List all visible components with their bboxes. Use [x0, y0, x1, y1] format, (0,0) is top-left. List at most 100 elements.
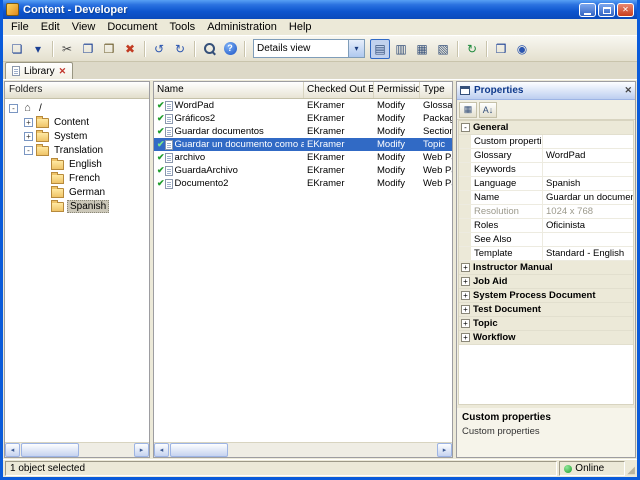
- column-header-permission[interactable]: Permission: [374, 82, 420, 98]
- details-view-icon[interactable]: ▤: [370, 38, 390, 59]
- tile-view-icon[interactable]: ▦: [412, 39, 432, 59]
- category-topic[interactable]: + Topic: [459, 317, 633, 331]
- new-document-icon[interactable]: ❏: [7, 39, 27, 59]
- tree-item-root[interactable]: - ⌂ /: [5, 101, 149, 115]
- minimize-button[interactable]: [579, 2, 596, 17]
- category-job-aid[interactable]: + Job Aid: [459, 275, 633, 289]
- list-view-icon[interactable]: ▥: [391, 39, 411, 59]
- scroll-left-icon[interactable]: ◂: [5, 443, 20, 457]
- delete-glyph: ✖: [124, 41, 136, 56]
- copy-icon[interactable]: ❐: [78, 39, 98, 59]
- tree-expander-icon[interactable]: -: [24, 145, 33, 155]
- category-expander-icon[interactable]: +: [461, 263, 470, 272]
- file-row-guardar-documentos[interactable]: ✔ Guardar documentos EKramer Modify Section: [154, 125, 452, 138]
- menu-document[interactable]: Document: [101, 20, 163, 34]
- file-row-archivo[interactable]: ✔ archivo EKramer Modify Web Page: [154, 151, 452, 164]
- tree-item-system[interactable]: + System: [5, 129, 149, 143]
- refresh-icon[interactable]: ↻: [462, 39, 482, 59]
- category-expander-icon[interactable]: +: [461, 305, 470, 314]
- list-hscrollbar[interactable]: ◂ ▸: [154, 442, 452, 457]
- tree-item-translation[interactable]: - Translation: [5, 143, 149, 157]
- property-label: Name: [471, 191, 543, 204]
- properties-header[interactable]: Properties ✕: [457, 82, 635, 100]
- tree-item-french[interactable]: French: [5, 171, 149, 185]
- column-header-checked-out-by[interactable]: Checked Out By: [304, 82, 374, 98]
- category-system-process-document[interactable]: + System Process Document: [459, 289, 633, 303]
- property-row-glossary[interactable]: Glossary WordPad: [459, 149, 633, 163]
- file-row-documento2[interactable]: ✔ Documento2 EKramer Modify Web Page: [154, 177, 452, 190]
- resize-grip[interactable]: ◢: [627, 466, 635, 476]
- category-workflow[interactable]: + Workflow: [459, 331, 633, 345]
- view-mode-dropdown[interactable]: Details view ▾: [253, 39, 365, 58]
- alphabetical-sort-button[interactable]: A↓: [479, 101, 497, 118]
- file-row-guardaarchivo[interactable]: ✔ GuardaArchivo EKramer Modify Web Page: [154, 164, 452, 177]
- column-header-name[interactable]: Name: [154, 82, 304, 98]
- property-row-custom-properties[interactable]: Custom properties: [459, 135, 633, 149]
- category-instructor-manual[interactable]: + Instructor Manual: [459, 261, 633, 275]
- new-dropdown-chevron-icon[interactable]: ▾: [28, 39, 48, 59]
- tree-item-content[interactable]: + Content: [5, 115, 149, 129]
- maximize-button[interactable]: [598, 2, 615, 17]
- checked-out-by-cell: EKramer: [307, 178, 345, 189]
- menu-help[interactable]: Help: [283, 20, 318, 34]
- folders-scroll-thumb[interactable]: [21, 443, 79, 457]
- menu-view[interactable]: View: [66, 20, 102, 34]
- tab-close-icon[interactable]: ✕: [59, 66, 67, 77]
- close-button[interactable]: ✕: [617, 2, 634, 17]
- file-row-wordpad[interactable]: ✔ WordPad EKramer Modify Glossary: [154, 99, 452, 112]
- tree-item-spanish[interactable]: Spanish: [5, 199, 149, 213]
- folders-panel: Folders - ⌂ / + Content + System - Translation En…: [4, 81, 150, 458]
- chevron-down-icon[interactable]: ▾: [348, 40, 364, 57]
- folders-hscrollbar[interactable]: ◂ ▸: [5, 442, 149, 457]
- scroll-left-icon[interactable]: ◂: [154, 443, 169, 457]
- properties-close-icon[interactable]: ✕: [624, 85, 632, 96]
- category-general[interactable]: - General: [459, 121, 633, 135]
- scroll-right-icon[interactable]: ▸: [134, 443, 149, 457]
- document-icon[interactable]: ❒: [491, 39, 511, 59]
- property-row-keywords[interactable]: Keywords: [459, 163, 633, 177]
- tree-expander-icon[interactable]: +: [24, 131, 33, 141]
- file-row-gr-ficos2[interactable]: ✔ Gráficos2 EKramer Modify Package: [154, 112, 452, 125]
- category-expander-icon[interactable]: +: [461, 319, 470, 328]
- property-row-roles[interactable]: Roles Oficinista: [459, 219, 633, 233]
- categorized-view-button[interactable]: ▦: [459, 101, 477, 118]
- category-expander-icon[interactable]: +: [461, 277, 470, 286]
- help-icon[interactable]: ?: [220, 39, 240, 59]
- list-scroll-thumb[interactable]: [170, 443, 228, 457]
- property-row-language[interactable]: Language Spanish: [459, 177, 633, 191]
- icon-view-icon[interactable]: ▧: [433, 39, 453, 59]
- category-expander-icon[interactable]: +: [461, 333, 470, 342]
- redo-icon[interactable]: ↻: [170, 39, 190, 59]
- scroll-right-icon[interactable]: ▸: [437, 443, 452, 457]
- menu-file[interactable]: File: [5, 20, 35, 34]
- property-row-resolution[interactable]: Resolution 1024 x 768: [459, 205, 633, 219]
- folders-scroll-track[interactable]: [20, 443, 134, 457]
- undo-icon[interactable]: ↺: [149, 39, 169, 59]
- property-row-template[interactable]: Template Standard - English: [459, 247, 633, 261]
- delete-icon[interactable]: ✖: [120, 39, 140, 59]
- category-expander-icon[interactable]: +: [461, 291, 470, 300]
- tree-item-english[interactable]: English: [5, 157, 149, 171]
- tree-item-german[interactable]: German: [5, 185, 149, 199]
- list-scroll-track[interactable]: [169, 443, 437, 457]
- category-expander-icon[interactable]: -: [461, 123, 470, 132]
- cut-icon[interactable]: ✂: [57, 39, 77, 59]
- menu-tools[interactable]: Tools: [164, 20, 202, 34]
- column-header-type[interactable]: Type: [420, 82, 452, 98]
- properties-icon: [460, 86, 470, 95]
- document-icon: [164, 139, 173, 150]
- tab-library[interactable]: Library ✕: [5, 62, 74, 79]
- file-row-guardar-un-documento-como-archivo-nuevo[interactable]: ✔ Guardar un documento como archivo nuevo…: [154, 138, 452, 151]
- title-bar[interactable]: Content - Developer ✕: [3, 0, 637, 19]
- property-row-name[interactable]: NameGuardar un documento com...: [459, 191, 633, 205]
- find-icon[interactable]: [199, 39, 219, 59]
- tree-expander-icon[interactable]: +: [24, 117, 33, 127]
- menu-administration[interactable]: Administration: [201, 20, 283, 34]
- paste-icon[interactable]: ❒: [99, 39, 119, 59]
- tree-expander-icon[interactable]: -: [9, 103, 18, 113]
- property-row-see-also[interactable]: See Also: [459, 233, 633, 247]
- file-name-cell: ✔ Documento2: [154, 177, 304, 190]
- category-test-document[interactable]: + Test Document: [459, 303, 633, 317]
- globe-icon[interactable]: ◉: [512, 39, 532, 59]
- menu-edit[interactable]: Edit: [35, 20, 66, 34]
